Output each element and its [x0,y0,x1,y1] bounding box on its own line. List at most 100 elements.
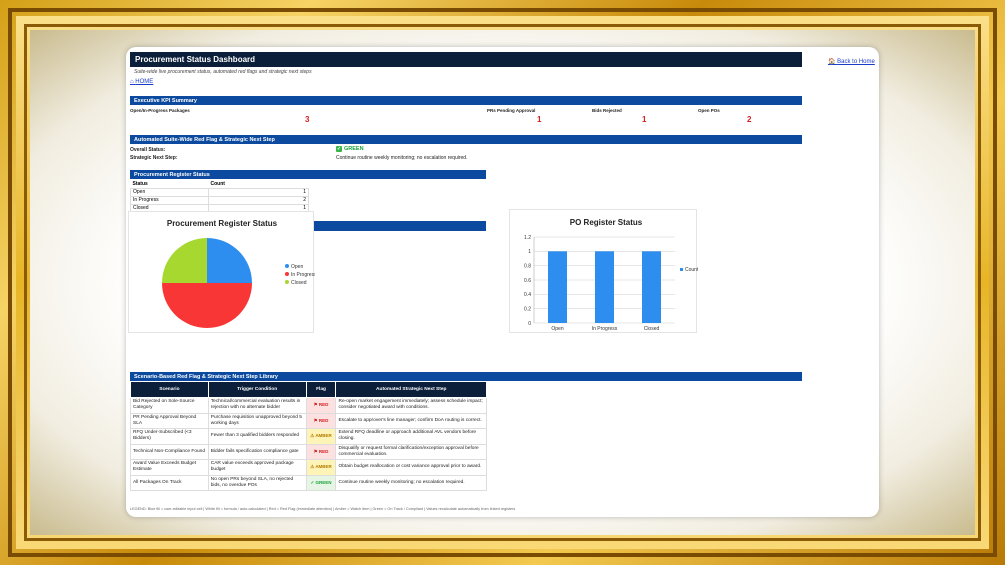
register-count: 2 [208,195,309,205]
register-header-row: Status Count [131,180,309,188]
pie-slice-open [207,238,252,283]
bar-closed [642,251,661,323]
flag-text: RED [318,417,329,423]
library-flag: ⚑ RED [305,412,337,429]
library-flag: ⚑ RED [305,443,337,460]
flag-text: RED [318,402,329,408]
redflag-section-header: Automated Suite-Wide Red Flag & Strategi… [130,135,802,144]
bar-chart-title: PO Register Status [570,218,643,227]
bar-y-tick-label: 1.2 [524,235,531,241]
bar-x-tick-label: Open [551,326,563,332]
kpi-label-prs: PRs Pending Approval [487,108,536,113]
library-next-step: Re-open market engagement immediately; a… [335,397,487,414]
back-to-home-link[interactable]: 🏠 Back to Home [828,58,875,65]
table-row: RFQ Under-Subscribed (<3 Bidders) Fewer t… [130,428,487,445]
library-col-scenario: Scenario [130,381,209,398]
library-header-row: Scenario Trigger Condition Flag Automate… [130,381,487,398]
table-row: Open 1 [130,187,309,197]
library-next-step: Disqualify or request formal clarificati… [335,443,487,460]
library-scenario: Technical Non-Compliance Found [130,443,209,460]
pie-slice-in-progress [162,283,252,328]
library-trigger: No open PRs beyond SLA, no rejected bids… [207,474,307,491]
register-col-count: Count [210,180,225,187]
bar-y-tick-label: 0.6 [524,278,531,284]
pie-chart-title: Procurement Register Status [167,219,278,228]
pie-slice-closed [162,238,207,283]
library-flag: ✓ GREEN [305,474,337,491]
library-next-step: Continue routine weekly monitoring; no e… [335,474,487,491]
library-col-trigger: Trigger Condition [207,381,307,398]
kpi-label-pos: Open POs [698,108,720,113]
pie-chart-card: Procurement Register Status Open In Progre… [128,211,317,333]
library-trigger: Bidder fails specification compliance ga… [207,443,307,460]
next-step-label: Strategic Next Step: [130,155,178,161]
register-status: In Progress [130,195,209,205]
flag-text: AMBER [315,433,332,439]
library-section-header: Scenario-Based Red Flag & Strategic Next… [130,372,802,381]
pie-legend-label: Closed [291,280,307,286]
pie-legend-swatch [285,272,289,276]
library-next-step: Escalate to approver's line manager; con… [335,412,487,429]
page-title: Procurement Status Dashboard [130,52,802,67]
register-count: 1 [208,187,309,197]
bar-y-tick-label: 0 [528,321,531,327]
library-trigger: Purchase requisition unapproved beyond 5… [207,412,307,429]
bar-legend-label: Count [685,267,698,273]
pie-legend-swatch [285,280,289,284]
bar-x-tick-label: Closed [644,326,660,332]
bar-legend-swatch [680,268,683,271]
register-table: Status Count Open 1 In Progress 2 Closed… [130,180,309,213]
overall-status-label: Overall Status: [130,147,166,153]
register-section-header: Procurement Register Status [130,170,486,179]
library-flag: ⚠ AMBER [305,459,337,476]
table-row: All Packages On Track No open PRs beyond … [130,474,487,491]
library-scenario: Bid Rejected on Sole-Source Category [130,397,209,414]
bar-in-progress [595,251,614,323]
table-row: Technical Non-Compliance Found Bidder fai… [130,443,487,460]
bar-y-tick-label: 0.2 [524,306,531,312]
library-col-flag: Flag [305,381,337,398]
table-row: In Progress 2 [130,195,309,205]
kpi-value-pos: 2 [747,115,752,124]
library-scenario: PR Pending Approval Beyond SLA [130,412,209,429]
pie-chart: Procurement Register Status Open In Progre… [162,219,317,328]
register-status: Open [130,187,209,197]
register-col-status: Status [132,180,148,187]
pie-legend-label: In Progress [291,272,315,278]
home-link[interactable]: ⌂ HOME [130,79,153,85]
library-col-next-step: Automated Strategic Next Step [335,381,487,398]
kpi-value-prs: 1 [537,115,542,124]
library-scenario: RFQ Under-Subscribed (<3 Bidders) [130,428,209,445]
library-flag: ⚠ AMBER [305,428,337,445]
pie-legend-swatch [285,264,289,268]
library-trigger: CAR value exceeds approved package budge… [207,459,307,476]
flag-text: RED [318,448,329,454]
next-step-value: Continue routine weekly monitoring; no e… [336,155,468,161]
library-next-step: Obtain budget reallocation or cost varia… [335,459,487,476]
bar-y-tick-label: 0.4 [524,292,531,298]
kpi-label-bids: Bids Rejected [592,108,622,113]
library-table: Scenario Trigger Condition Flag Automate… [130,381,487,491]
check-icon: ✓ [336,146,342,152]
table-row: Bid Rejected on Sole-Source Category Tech… [130,397,487,414]
kpi-value-open: 3 [305,115,310,124]
kpi-value-bids: 1 [642,115,647,124]
house-icon: 🏠 [828,59,838,65]
bar-y-tick-label: 1 [528,249,531,255]
library-trigger: Technical/commercial evaluation results … [207,397,307,414]
bar-chart-card: PO Register Status 0 0.2 0.4 0.6 0.8 1 1.2 Open I… [509,209,699,333]
flag-text: GREEN [315,479,332,485]
footer-legend: LEGEND: Blue fill = user-editable input … [130,507,516,511]
bar-open [548,251,567,323]
bar-x-tick-label: In Progress [592,326,618,332]
kpi-label-open: Open/In-Progress Packages [130,108,190,113]
pie-legend-label: Open [291,264,303,270]
library-next-step: Extend RFQ deadline or approach addition… [335,428,487,445]
table-row: Award Value Exceeds Budget Estimate CAR v… [130,459,487,476]
bar-y-tick-label: 0.8 [524,263,531,269]
page-subtitle: Suite-wide live procurement status, auto… [134,69,312,75]
overall-status-value: ✓ GREEN [336,146,364,152]
table-row: PR Pending Approval Beyond SLA Purchase r… [130,412,487,429]
dashboard-sheet: Procurement Status Dashboard Suite-wide … [126,47,879,517]
library-scenario: All Packages On Track [130,474,209,491]
